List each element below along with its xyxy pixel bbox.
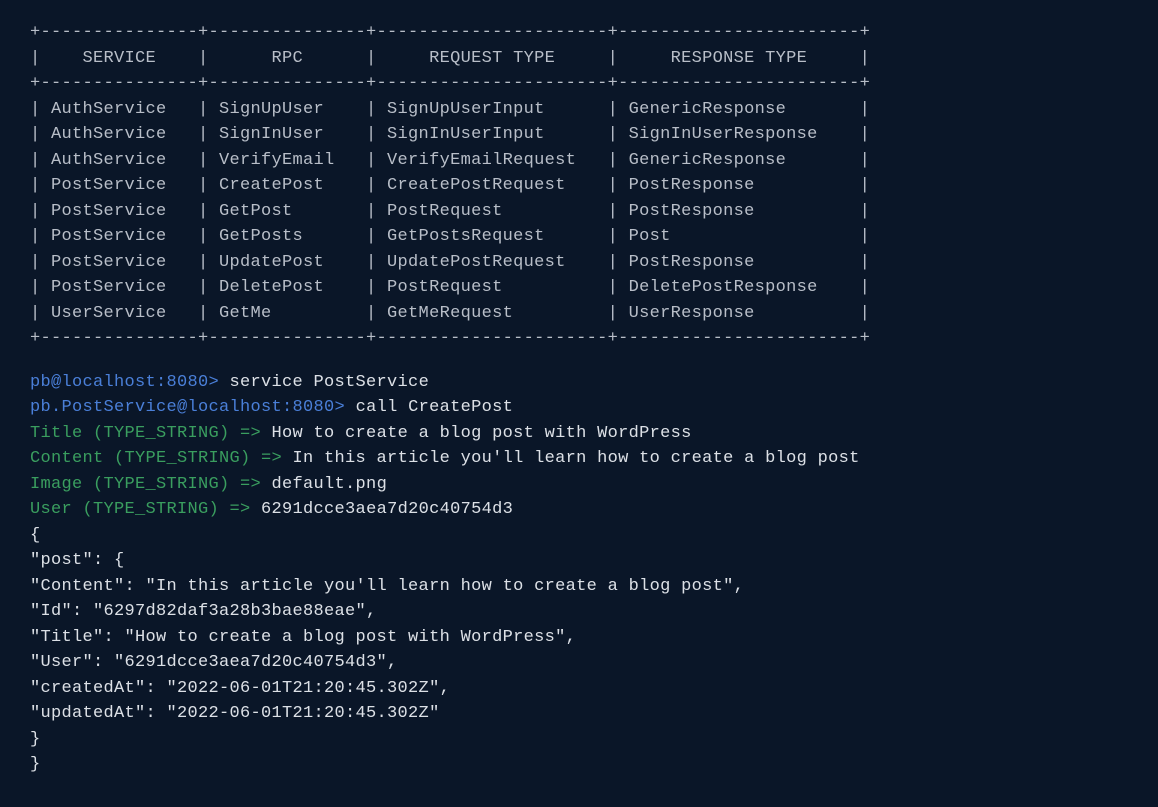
field-value: How to create a blog post with WordPress	[272, 424, 692, 443]
field-value: In this article you'll learn how to crea…	[293, 449, 860, 468]
prompt: pb.PostService@localhost:8080>	[30, 398, 345, 417]
response-line: }	[30, 752, 1128, 778]
command-line[interactable]: pb@localhost:8080> service PostService	[30, 370, 1128, 396]
prompt: pb@localhost:8080>	[30, 373, 219, 392]
response-line: "User": "6291dcce3aea7d20c40754d3",	[30, 650, 1128, 676]
terminal-session: pb@localhost:8080> service PostServicepb…	[30, 370, 1128, 778]
field-label: Title (TYPE_STRING) =>	[30, 424, 272, 443]
response-line: "Title": "How to create a blog post with…	[30, 625, 1128, 651]
services-ascii-table: +---------------+---------------+-------…	[30, 20, 1128, 352]
field-prompt-line[interactable]: Title (TYPE_STRING) => How to create a b…	[30, 421, 1128, 447]
response-line: }	[30, 727, 1128, 753]
field-prompt-line[interactable]: Content (TYPE_STRING) => In this article…	[30, 446, 1128, 472]
response-line: "Id": "6297d82daf3a28b3bae88eae",	[30, 599, 1128, 625]
field-value: default.png	[272, 475, 388, 494]
command-line[interactable]: pb.PostService@localhost:8080> call Crea…	[30, 395, 1128, 421]
field-label: Content (TYPE_STRING) =>	[30, 449, 293, 468]
field-label: User (TYPE_STRING) =>	[30, 500, 261, 519]
field-value: 6291dcce3aea7d20c40754d3	[261, 500, 513, 519]
field-prompt-line[interactable]: User (TYPE_STRING) => 6291dcce3aea7d20c4…	[30, 497, 1128, 523]
response-line: "post": {	[30, 548, 1128, 574]
response-line: "updatedAt": "2022-06-01T21:20:45.302Z"	[30, 701, 1128, 727]
response-line: "Content": "In this article you'll learn…	[30, 574, 1128, 600]
field-prompt-line[interactable]: Image (TYPE_STRING) => default.png	[30, 472, 1128, 498]
response-line: "createdAt": "2022-06-01T21:20:45.302Z",	[30, 676, 1128, 702]
field-label: Image (TYPE_STRING) =>	[30, 475, 272, 494]
command-text: service PostService	[219, 373, 429, 392]
response-line: {	[30, 523, 1128, 549]
command-text: call CreatePost	[345, 398, 513, 417]
